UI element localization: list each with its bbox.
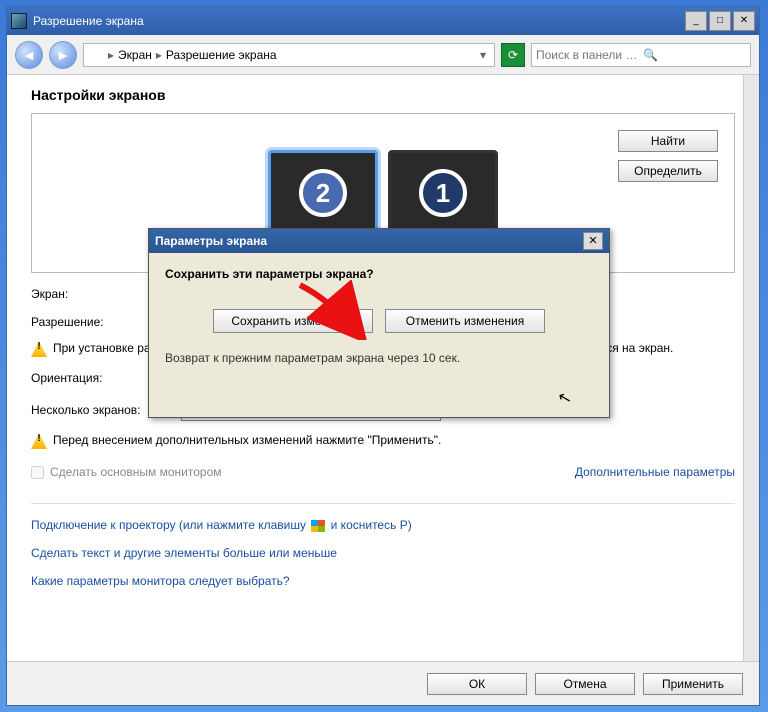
cancel-button[interactable]: Отмена: [535, 673, 635, 695]
monitor-2[interactable]: 2: [268, 150, 378, 236]
projector-link[interactable]: Подключение к проектору (или нажмите кла…: [31, 518, 412, 532]
titlebar: Разрешение экрана _ □ ✕: [7, 7, 759, 35]
dialog-countdown: Возврат к прежним параметрам экрана чере…: [165, 351, 593, 365]
windows-key-icon: [311, 520, 325, 532]
label-screen: Экран:: [31, 287, 161, 301]
detect-button[interactable]: Определить: [618, 160, 718, 182]
save-changes-button[interactable]: Сохранить изменения: [213, 309, 373, 333]
ok-button[interactable]: ОК: [427, 673, 527, 695]
monitor-number: 1: [419, 169, 467, 217]
warning-icon: [31, 341, 47, 357]
warning-apply-text: Перед внесением дополнительных изменений…: [53, 433, 441, 447]
breadcrumb-item[interactable]: Экран: [118, 48, 152, 62]
refresh-button[interactable]: ⟳: [501, 43, 525, 67]
save-settings-dialog: Параметры экрана ✕ Сохранить эти парамет…: [148, 228, 610, 418]
dialog-close-button[interactable]: ✕: [583, 232, 603, 250]
nav-back-button[interactable]: ◄: [15, 41, 43, 69]
breadcrumb[interactable]: ▸ Экран ▸ Разрешение экрана ▾: [83, 43, 495, 67]
monitor-number: 2: [299, 169, 347, 217]
apply-button[interactable]: Применить: [643, 673, 743, 695]
monitor-1[interactable]: 1: [388, 150, 498, 236]
label-resolution: Разрешение:: [31, 315, 161, 329]
search-icon: 🔍: [643, 48, 746, 62]
minimize-button[interactable]: _: [685, 11, 707, 31]
page-heading: Настройки экранов: [31, 87, 735, 103]
search-input[interactable]: Поиск в панели управле... 🔍: [531, 43, 751, 67]
close-button[interactable]: ✕: [733, 11, 755, 31]
search-placeholder: Поиск в панели управле...: [536, 48, 639, 62]
primary-monitor-label: Сделать основным монитором: [50, 465, 222, 479]
nav-forward-button[interactable]: ►: [49, 41, 77, 69]
maximize-button[interactable]: □: [709, 11, 731, 31]
advanced-settings-link[interactable]: Дополнительные параметры: [575, 465, 735, 479]
toolbar: ◄ ► ▸ Экран ▸ Разрешение экрана ▾ ⟳ Поис…: [7, 35, 759, 75]
warning-icon: [31, 433, 47, 449]
dialog-question: Сохранить эти параметры экрана?: [165, 267, 593, 281]
find-button[interactable]: Найти: [618, 130, 718, 152]
which-monitor-link[interactable]: Какие параметры монитора следует выбрать…: [31, 574, 290, 588]
monitor-icon: [88, 47, 104, 63]
label-orientation: Ориентация:: [31, 371, 161, 385]
window-title: Разрешение экрана: [33, 14, 144, 28]
footer: ОК Отмена Применить: [7, 661, 759, 705]
revert-changes-button[interactable]: Отменить изменения: [385, 309, 545, 333]
vertical-scrollbar[interactable]: [743, 75, 759, 705]
app-icon: [11, 13, 27, 29]
dialog-titlebar: Параметры экрана ✕: [149, 229, 609, 253]
breadcrumb-item[interactable]: Разрешение экрана: [166, 48, 277, 62]
dialog-title: Параметры экрана: [155, 234, 267, 248]
primary-monitor-checkbox: [31, 466, 44, 479]
text-size-link[interactable]: Сделать текст и другие элементы больше и…: [31, 546, 337, 560]
